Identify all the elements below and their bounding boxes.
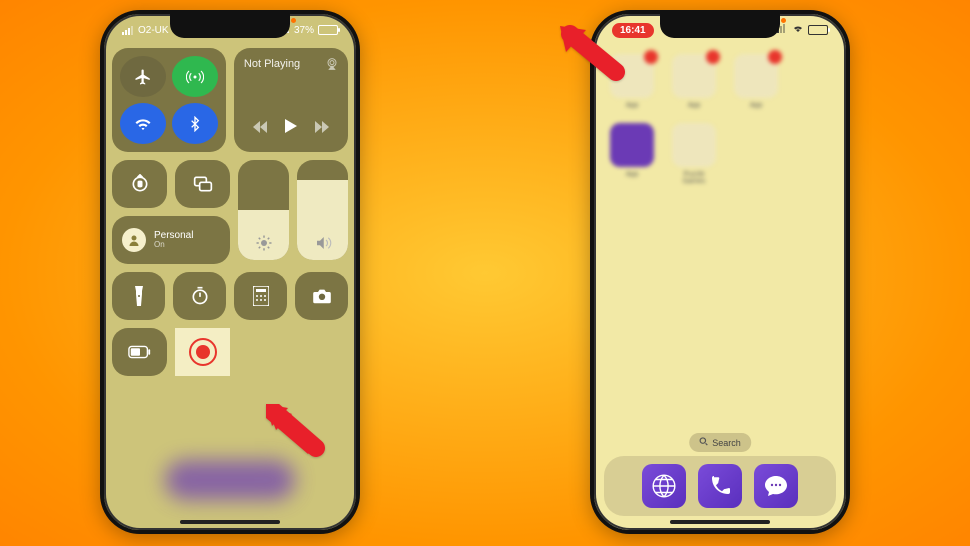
- screen-mirroring-button[interactable]: [175, 160, 230, 208]
- dock-app-phone[interactable]: [698, 464, 742, 508]
- control-center: Not Playing Personal On: [112, 48, 348, 384]
- cellular-data-toggle[interactable]: [172, 56, 218, 97]
- dock: [604, 456, 836, 516]
- rewind-icon[interactable]: [253, 120, 267, 138]
- home-indicator[interactable]: [180, 520, 280, 524]
- airplane-mode-toggle[interactable]: [120, 56, 166, 97]
- home-screen-apps: App App App App Puzzle Games: [610, 54, 830, 185]
- connectivity-group: [112, 48, 226, 152]
- forward-icon[interactable]: [315, 120, 329, 138]
- camera-button[interactable]: [295, 272, 348, 320]
- toggle-grid: Personal On: [112, 160, 230, 264]
- torch-toggle[interactable]: [112, 272, 165, 320]
- brightness-slider[interactable]: [238, 160, 289, 260]
- home-indicator[interactable]: [670, 520, 770, 524]
- person-icon: [122, 228, 146, 252]
- search-icon: [699, 437, 708, 448]
- app-2[interactable]: App: [672, 54, 716, 109]
- callout-arrow-time: [556, 22, 626, 87]
- media-controls[interactable]: Not Playing: [234, 48, 348, 152]
- play-icon[interactable]: [285, 119, 297, 138]
- media-title: Not Playing: [244, 58, 338, 70]
- dock-app-messages[interactable]: [754, 464, 798, 508]
- phone-home-screen: 16:41 App App App App Puzzle Games Searc…: [590, 10, 850, 534]
- search-label: Search: [712, 438, 741, 448]
- screen-recording-button[interactable]: [175, 328, 230, 376]
- carrier-label: O2-UK: [138, 25, 169, 36]
- focus-state: On: [154, 241, 193, 249]
- focus-toggle[interactable]: Personal On: [112, 216, 230, 264]
- battery-icon: [808, 25, 828, 35]
- timer-button[interactable]: [173, 272, 226, 320]
- low-power-toggle[interactable]: [112, 328, 167, 376]
- callout-arrow-record: [266, 404, 336, 479]
- notch: [170, 14, 290, 38]
- cellular-signal-icon: [122, 26, 134, 35]
- volume-icon: [297, 234, 348, 252]
- volume-slider[interactable]: [297, 160, 348, 260]
- battery-pct-label: 37%: [294, 25, 314, 36]
- battery-icon: [318, 25, 338, 35]
- app-4[interactable]: App: [610, 123, 654, 185]
- brightness-icon: [238, 234, 289, 252]
- spotlight-search[interactable]: Search: [689, 433, 751, 452]
- calculator-button[interactable]: [234, 272, 287, 320]
- bluetooth-toggle[interactable]: [172, 103, 218, 144]
- wifi-icon: [792, 24, 804, 36]
- app-folder[interactable]: Puzzle Games: [672, 123, 716, 185]
- rotation-lock-toggle[interactable]: [112, 160, 167, 208]
- dock-app-safari[interactable]: [642, 464, 686, 508]
- notch: [660, 14, 780, 38]
- wifi-toggle[interactable]: [120, 103, 166, 144]
- app-3[interactable]: App: [734, 54, 778, 109]
- record-icon: [189, 338, 217, 366]
